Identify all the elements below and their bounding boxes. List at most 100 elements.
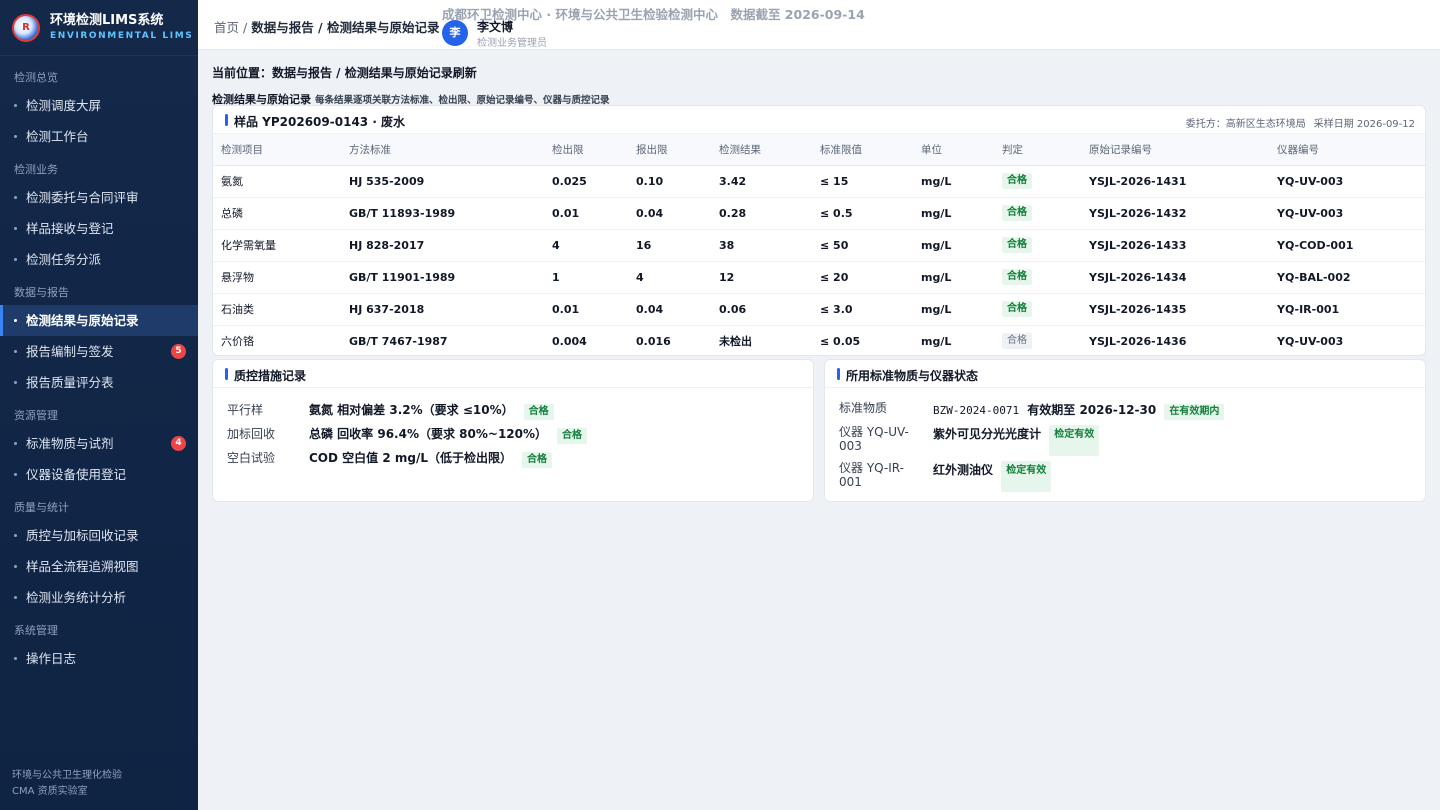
cell-method: HJ 828-2017 [341,229,544,262]
sidebar-item-label: 报告编制与签发 [26,344,114,359]
sidebar-item-operation-log[interactable]: 操作日志 [0,643,198,674]
column-header[interactable]: 检出限 [544,134,628,166]
cell-item: 六价铬 [221,335,254,349]
sidebar-item-qc-records[interactable]: 质控与加标回收记录 [0,520,198,551]
cell-instrument[interactable]: YQ-IR-001 [1269,293,1425,326]
cell-instrument[interactable]: YQ-UV-003 [1269,325,1425,357]
bullet-icon [14,227,17,230]
table-row[interactable]: 悬浮物 GB/T 11901-1989 1 4 12 ≤ 20 mg/L 合格 … [213,261,1425,294]
cell-lod: 0.004 [552,334,587,348]
cell-record[interactable]: YSJL-2026-1431 [1081,165,1269,198]
cell-loq: 0.10 [628,165,711,198]
card-header: 所用标准物质与仪器状态 [825,360,1425,388]
sidebar-item-instrument-log[interactable]: 仪器设备使用登记 [0,459,198,490]
cell-limit: ≤ 20 [812,261,913,294]
sample-meta: 委托方：高新区生态环境局 采样日期 2026-09-12 [1178,115,1415,130]
column-header[interactable]: 单位 [913,134,994,166]
cell-loq: 0.04 [628,197,711,230]
cell-record[interactable]: YSJL-2026-1434 [1081,261,1269,294]
count-badge: 5 [171,344,186,359]
bullet-icon [14,196,17,199]
standards-card: 所用标准物质与仪器状态 标准物质 BZW-2024-0071 有效期至 2026… [824,359,1426,502]
cell-result: 0.06 [711,293,812,326]
cell-unit: mg/L [913,229,994,262]
table-row[interactable]: 六价铬 GB/T 7467-1987 0.004 0.016 未检出 ≤ 0.0… [213,325,1425,357]
qc-card: 质控措施记录 平行样 氨氮 相对偏差 3.2%（要求 ≤10%） 合格 加标回收 … [212,359,814,502]
bullet-icon [14,104,17,107]
cell-record[interactable]: YSJL-2026-1435 [1081,293,1269,326]
sidebar-item-results[interactable]: 检测结果与原始记录 [0,305,198,336]
cell-record[interactable]: YSJL-2026-1432 [1081,197,1269,230]
bullet-icon [14,473,17,476]
section-header: 检测结果与原始记录 每条结果逐项关联方法标准、检出限、原始记录编号、仪器与质控记录 [212,91,1426,106]
cell-instrument[interactable]: YQ-UV-003 [1269,197,1425,230]
cell-record[interactable]: YSJL-2026-1433 [1081,229,1269,262]
bullet-icon [14,565,17,568]
qc-label: 平行样 [227,403,264,417]
reference-expiry: 有效期至 2026-12-30 [1027,403,1157,417]
qc-tag: 合格 [521,452,552,468]
bullet-icon [14,258,17,261]
instrument-label[interactable]: 仪器 YQ-IR-001 [839,461,919,489]
sidebar-item-contract-review[interactable]: 检测委托与合同评审 [0,182,198,213]
nav-group-system: 系统管理 [14,624,58,637]
verdict-tag: 合格 [1002,205,1032,221]
cell-method: GB/T 11893-1989 [341,197,544,230]
cell-unit: mg/L [913,293,994,326]
sidebar-item-report-issue[interactable]: 报告编制与签发 5 [0,336,198,367]
column-header[interactable]: 报出限 [628,134,711,166]
nav-group-data-report: 数据与报告 [14,286,69,299]
cell-instrument[interactable]: YQ-UV-003 [1269,165,1425,198]
avatar[interactable]: 李 [442,20,468,46]
cell-method: HJ 637-2018 [341,293,544,326]
sidebar-item-reference-materials[interactable]: 标准物质与试剂 4 [0,428,198,459]
qc-tag: 合格 [557,428,588,444]
column-header[interactable]: 方法标准 [341,134,544,166]
cell-item: 总磷 [213,197,341,230]
sidebar-item-dispatch-screen[interactable]: 检测调度大屏 [0,90,198,121]
bullet-icon [14,319,17,322]
cell-record[interactable]: YSJL-2026-1436 [1081,325,1269,357]
footer-line: CMA 资质实验室 [12,786,88,797]
cell-verdict: 合格 [994,165,1081,198]
cell-unit: mg/L [913,165,994,198]
sidebar-item-sample-receipt[interactable]: 样品接收与登记 [0,213,198,244]
column-header[interactable]: 检测项目 [213,134,341,166]
app-title: 环境检测LIMS系统 [50,12,164,28]
cell-method: GB/T 7467-1987 [349,334,448,348]
sidebar-item-traceability[interactable]: 样品全流程追溯视图 [0,551,198,582]
sidebar-item-workbench[interactable]: 检测工作台 [0,121,198,152]
column-header[interactable]: 检测结果 [711,134,812,166]
column-header[interactable]: 原始记录编号 [1081,134,1269,166]
user-name[interactable]: 李文博 [477,18,513,35]
breadcrumb-home[interactable]: 首页 [214,20,239,35]
column-header[interactable]: 判定 [994,134,1081,166]
column-header[interactable]: 标准限值 [812,134,913,166]
bullet-icon [14,596,17,599]
reference-code[interactable]: BZW-2024-0071 [933,404,1019,417]
brand[interactable]: R 环境检测LIMS系统 ENVIRONMENTAL LIMS [0,0,198,56]
table-row[interactable]: 氨氮 HJ 535-2009 0.025 0.10 3.42 ≤ 15 mg/L… [213,165,1425,198]
column-header[interactable]: 仪器编号 [1269,134,1425,166]
breadcrumb-separator: / [239,20,252,35]
sidebar-item-task-dispatch[interactable]: 检测任务分派 [0,244,198,275]
cell-instrument[interactable]: YQ-COD-001 [1269,229,1425,262]
sample-title: 样品 YP202609-0143 · 废水 [225,113,405,130]
verdict-tag: 合格 [1002,301,1032,317]
table-header-row: 检测项目 方法标准 检出限 报出限 检测结果 标准限值 单位 判定 原始记录编号… [213,134,1425,166]
cell-result: 未检出 [719,335,752,349]
table-row[interactable]: 石油类 HJ 637-2018 0.01 0.04 0.06 ≤ 3.0 mg/… [213,293,1425,326]
table-row[interactable]: 总磷 GB/T 11893-1989 0.01 0.04 0.28 ≤ 0.5 … [213,197,1425,230]
cell-lod: 0.025 [544,165,628,198]
count-badge: 4 [171,436,186,451]
sidebar-item-statistics[interactable]: 检测业务统计分析 [0,582,198,613]
qc-value: 氨氮 相对偏差 3.2%（要求 ≤10%） 合格 [309,401,554,420]
cell-instrument[interactable]: YQ-BAL-002 [1269,261,1425,294]
instrument-label[interactable]: 仪器 YQ-UV-003 [839,425,919,453]
sidebar-item-report-score[interactable]: 报告质量评分表 [0,367,198,398]
table-row[interactable]: 化学需氧量 HJ 828-2017 4 16 38 ≤ 50 mg/L 合格 Y… [213,229,1425,262]
cell-result: 0.28 [711,197,812,230]
cell-verdict: 合格 [994,229,1081,262]
calibration-tag: 检定有效 [1001,461,1052,492]
verdict-tag: 合格 [1002,333,1032,350]
